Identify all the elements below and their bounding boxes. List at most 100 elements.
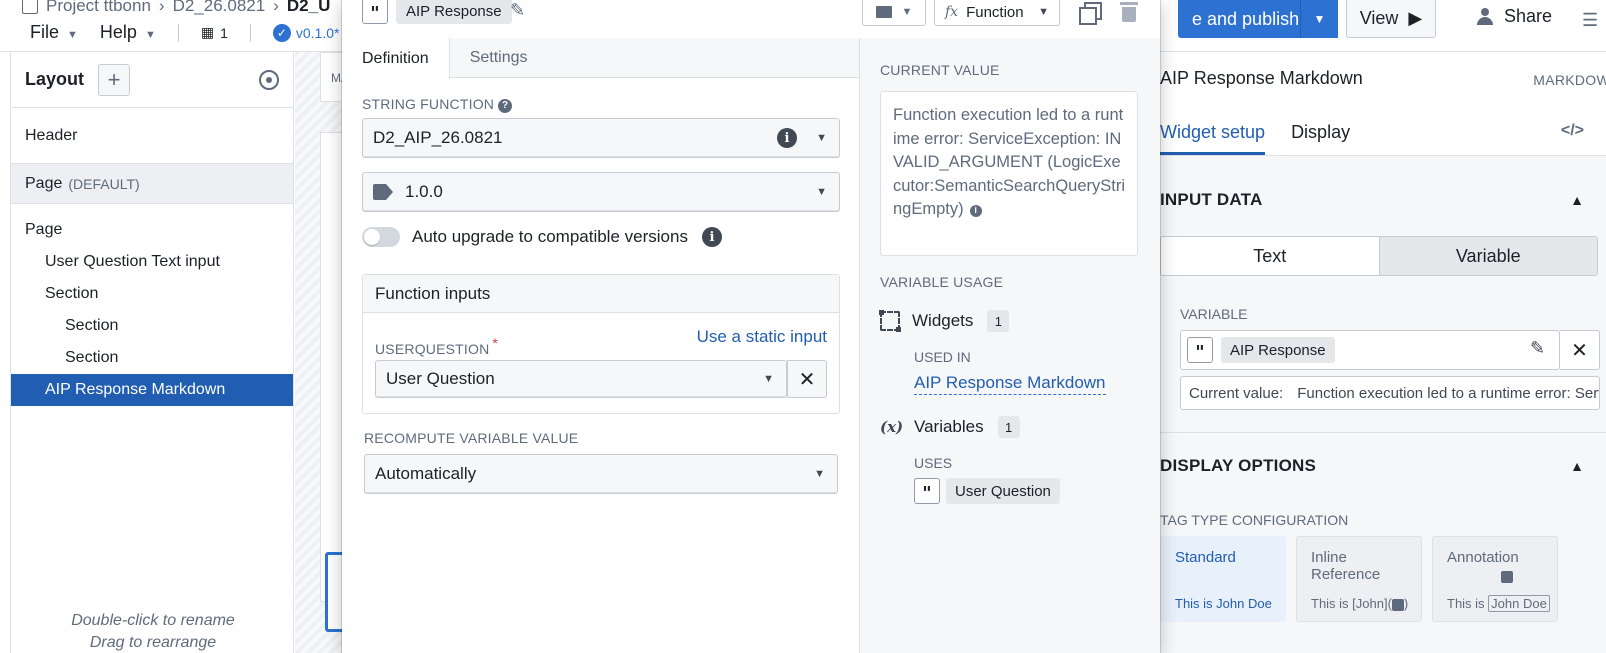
folder-menu-button[interactable]: ▼: [862, 0, 926, 26]
info-icon[interactable]: i: [969, 204, 982, 217]
param-label: USERQUESTION *: [375, 335, 499, 357]
layout-item-aip-response-markdown[interactable]: AIP Response Markdown: [11, 374, 293, 406]
definition-pane: STRING FUNCTION? D2_AIP_26.0821 i ▼ 1.0.…: [342, 78, 859, 653]
tab-definition[interactable]: Definition: [342, 38, 450, 79]
widgets-usage-row: Widgets 1: [879, 310, 1010, 332]
variable-label: VARIABLE: [1180, 306, 1248, 322]
chevron-up-icon[interactable]: ▲: [1570, 192, 1584, 208]
input-mode-toggle: Text Variable: [1160, 236, 1598, 276]
info-icon[interactable]: i: [777, 128, 797, 148]
divider: [177, 23, 179, 42]
required-asterisk: *: [492, 335, 499, 351]
breadcrumb: Project ttbonn › D2_26.0821 › D2_U: [22, 0, 330, 16]
caret-down-icon: ▼: [144, 29, 156, 41]
tab-settings[interactable]: Settings: [450, 38, 548, 78]
chevron-right-icon: ›: [273, 0, 279, 15]
breadcrumb-project[interactable]: Project ttbonn: [46, 0, 151, 16]
info-icon[interactable]: i: [701, 227, 722, 247]
auto-upgrade-row: Auto upgrade to compatible versions i: [412, 227, 722, 247]
layout-item-page-default[interactable]: Page (DEFAULT): [11, 164, 293, 204]
variable-editor-dialog: " AIP Response ✎ ▼ fx Function ▼ Definitio…: [342, 0, 1160, 653]
param-variable-select[interactable]: User Question ▼: [375, 360, 787, 398]
version-badge[interactable]: ✓ v0.1.0*: [272, 23, 339, 42]
uses-label: USES: [914, 455, 953, 471]
use-static-input-link[interactable]: Use a static input: [697, 327, 827, 347]
function-icon: fx: [945, 4, 959, 20]
more-menu-icon[interactable]: ☰: [1582, 10, 1600, 31]
tab-display[interactable]: Display: [1291, 110, 1350, 155]
layout-item-section[interactable]: Section: [11, 342, 293, 374]
layout-title: Layout: [25, 69, 85, 89]
caret-down-icon: ▼: [763, 373, 774, 385]
widgets-count: 1: [987, 310, 1010, 332]
breadcrumb-current[interactable]: D2_U: [287, 0, 330, 16]
cube-icon: [1391, 598, 1404, 611]
file-menu[interactable]: File ▼: [30, 22, 78, 43]
caret-down-icon: ▼: [816, 132, 827, 144]
function-select[interactable]: D2_AIP_26.0821 i ▼: [362, 118, 840, 158]
tag-type-label: TAG TYPE CONFIGURATION: [1160, 512, 1349, 528]
variable-selector[interactable]: " AIP Response: [1180, 330, 1560, 370]
rename-pencil-icon[interactable]: ✎: [510, 0, 525, 21]
quote-icon: ": [1187, 337, 1213, 363]
display-options-title: DISPLAY OPTIONS: [1160, 456, 1317, 475]
current-value-field: Current value: Function execution led to…: [1180, 376, 1600, 410]
widget-select-icon: [879, 310, 901, 332]
share-button[interactable]: Share: [1476, 6, 1552, 27]
caret-down-icon: ▼: [1313, 12, 1326, 26]
add-section-button[interactable]: +: [98, 63, 131, 96]
locate-icon[interactable]: [259, 69, 279, 90]
used-in-widget-link[interactable]: AIP Response Markdown: [914, 373, 1106, 395]
tag-icon: [373, 184, 393, 200]
variables-count: 1: [997, 416, 1020, 438]
quote-icon: ": [362, 0, 388, 24]
variable-name[interactable]: AIP Response: [396, 0, 512, 24]
trash-icon[interactable]: [1120, 2, 1138, 22]
clear-param-button[interactable]: ✕: [787, 360, 827, 398]
organization-count: 1: [220, 24, 228, 41]
publish-options-caret[interactable]: ▼: [1300, 0, 1338, 38]
tag-type-annotation[interactable]: Annotation This is John Doe: [1432, 536, 1558, 622]
widget-tabs: Widget setup Display: [1160, 110, 1606, 156]
clear-variable-button[interactable]: ✕: [1560, 330, 1600, 370]
help-menu[interactable]: Help ▼: [100, 22, 156, 43]
variable-type-select[interactable]: fx Function ▼: [934, 0, 1060, 26]
help-icon[interactable]: ?: [498, 98, 513, 113]
tag-type-name: Standard: [1175, 549, 1236, 566]
check-circle-icon: ✓: [272, 23, 291, 42]
organization-indicator[interactable]: ▦ 1: [201, 24, 228, 41]
edit-variable-icon[interactable]: ✎: [1530, 338, 1545, 359]
input-mode-text[interactable]: Text: [1161, 237, 1379, 275]
quote-icon: ": [914, 478, 940, 504]
layout-item-page[interactable]: Page: [11, 214, 293, 246]
folder-icon: [875, 6, 892, 18]
menu-bar: File ▼ Help ▼ ▦ 1 ✓ v0.1.0*: [30, 22, 339, 43]
tag-type-example: This is John Doe: [1447, 595, 1550, 612]
play-icon: ▶: [1408, 8, 1423, 28]
used-in-label: USED IN: [914, 349, 971, 365]
input-mode-variable[interactable]: Variable: [1378, 237, 1597, 275]
tab-widget-setup[interactable]: Widget setup: [1160, 110, 1266, 155]
layout-item-section[interactable]: Section: [11, 310, 293, 342]
current-value-error: Function execution led to a runtime erro…: [893, 106, 1126, 218]
tag-type-standard[interactable]: Standard This is John Doe: [1160, 536, 1286, 622]
chevron-up-icon[interactable]: ▲: [1570, 458, 1584, 474]
breadcrumb-folder[interactable]: D2_26.0821: [173, 0, 266, 16]
view-button[interactable]: View ▶: [1346, 0, 1436, 38]
duplicate-icon[interactable]: [1079, 2, 1102, 25]
recompute-select[interactable]: Automatically ▼: [364, 454, 838, 494]
string-function-label: STRING FUNCTION?: [362, 96, 513, 113]
auto-upgrade-toggle[interactable]: [362, 227, 400, 247]
uses-variable-item[interactable]: " User Question: [914, 478, 1060, 504]
caret-down-icon: ▼: [1038, 6, 1049, 18]
layout-item-text-input[interactable]: User Question Text input: [11, 246, 293, 278]
layout-panel: Layout + Header Page (DEFAULT) Page User …: [10, 52, 294, 653]
layout-item-header[interactable]: Header: [11, 108, 293, 164]
code-icon[interactable]: </>: [1561, 122, 1584, 140]
chevron-right-icon: ›: [158, 0, 165, 15]
version-select[interactable]: 1.0.0 ▼: [362, 172, 840, 212]
building-icon: ▦: [200, 24, 215, 40]
tag-type-inline-reference[interactable]: Inline Reference This is [John](): [1296, 536, 1422, 622]
layout-item-section[interactable]: Section: [11, 278, 293, 310]
layout-tree: Page User Question Text input Section Se…: [11, 204, 293, 406]
